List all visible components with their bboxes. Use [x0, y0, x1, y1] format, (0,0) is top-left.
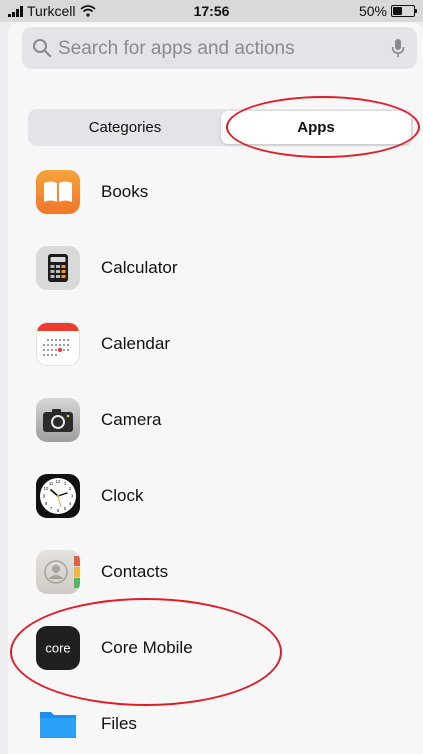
list-item-books[interactable]: Books	[36, 170, 423, 218]
svg-text:11: 11	[49, 481, 54, 486]
core-icon: core	[36, 626, 80, 670]
clock-icon: 12 1 2 3 4567 8 9 10 11	[36, 474, 80, 518]
app-name: Contacts	[101, 562, 169, 581]
list-item-contacts[interactable]: Contacts	[36, 550, 423, 598]
list-item-files[interactable]: Files	[36, 702, 423, 750]
app-list: Books Calculator Calendar Camera 12 1 2 …	[0, 0, 423, 754]
contacts-icon	[36, 550, 80, 594]
app-name: Files	[101, 714, 137, 733]
app-name: Books	[101, 182, 149, 201]
app-name: Calendar	[101, 334, 170, 353]
list-item-calendar[interactable]: Calendar	[36, 322, 423, 370]
app-name: Core Mobile	[101, 638, 193, 657]
app-name: Clock	[101, 486, 144, 505]
app-name: Camera	[101, 410, 162, 429]
screen: Turkcell 17:56 50% Categories App	[0, 0, 423, 754]
list-item-core-mobile[interactable]: core Core Mobile	[36, 626, 423, 674]
svg-text:12: 12	[56, 479, 61, 484]
list-item-camera[interactable]: Camera	[36, 398, 423, 446]
books-icon	[36, 170, 80, 214]
core-icon-text: core	[45, 641, 70, 656]
list-item-calculator[interactable]: Calculator	[36, 246, 423, 294]
app-name: Calculator	[101, 258, 178, 277]
calculator-icon	[36, 246, 80, 290]
calendar-icon	[36, 322, 80, 366]
folder-icon	[36, 702, 80, 746]
svg-text:10: 10	[44, 486, 49, 491]
list-item-clock[interactable]: 12 1 2 3 4567 8 9 10 11 Clock	[36, 474, 423, 522]
camera-icon	[36, 398, 80, 442]
